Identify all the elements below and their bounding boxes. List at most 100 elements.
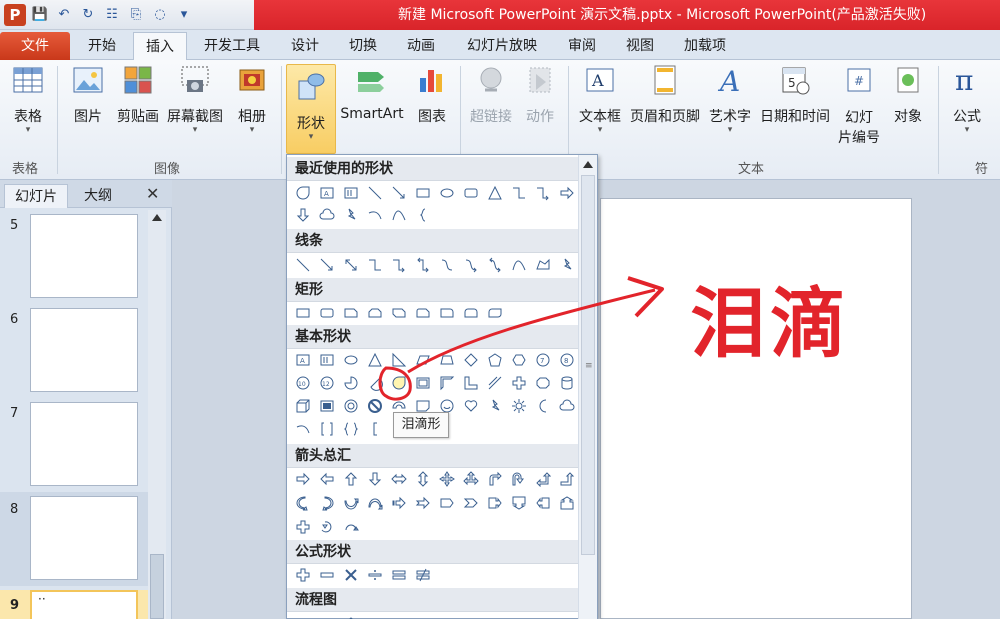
shape-plus[interactable] — [507, 372, 531, 394]
shape-left-bracket[interactable] — [363, 418, 387, 440]
shape-l-shape[interactable] — [459, 372, 483, 394]
shape-hexagon[interactable] — [507, 349, 531, 371]
shape-quad-arrow[interactable] — [435, 468, 459, 490]
shape-curved-down-arrow[interactable] — [363, 492, 387, 514]
shape-teardrop-highlighted[interactable] — [387, 372, 411, 394]
redo-icon[interactable]: ↻ — [78, 5, 98, 25]
shape-curved-connector[interactable] — [435, 254, 459, 276]
shape-snip-corner-rectangle[interactable] — [339, 302, 363, 324]
shape-line[interactable] — [363, 182, 387, 204]
shape-plus-sign[interactable] — [291, 564, 315, 586]
shape-textbox[interactable]: A — [315, 182, 339, 204]
clipart-button[interactable]: 剪贴画 — [114, 64, 162, 126]
shape-elbow-arrow[interactable] — [387, 254, 411, 276]
shape-elbow-double-arrow[interactable] — [411, 254, 435, 276]
shape-bent-up-arrow[interactable] — [555, 468, 579, 490]
shape-sun[interactable] — [507, 395, 531, 417]
shape-chevron[interactable] — [459, 492, 483, 514]
shape-bent-arrow[interactable] — [483, 468, 507, 490]
shape-left-right-arrow[interactable] — [387, 468, 411, 490]
slide-thumbnail-9[interactable]: 9 ·· — [0, 590, 148, 619]
shape-pie[interactable] — [339, 372, 363, 394]
shape-flowchart-decision[interactable] — [339, 613, 363, 619]
tab-transitions[interactable]: 切换 — [338, 32, 388, 60]
shape-multiply-sign[interactable] — [339, 564, 363, 586]
shape-lightning-bolt[interactable] — [483, 395, 507, 417]
tab-home[interactable]: 开始 — [74, 32, 130, 60]
datetime-button[interactable]: 5 日期和时间 — [756, 64, 834, 126]
slide-thumbnail-6[interactable]: 6 — [0, 308, 148, 396]
hyperlink-button[interactable]: 超链接 — [466, 64, 516, 126]
shape-minus-sign[interactable] — [315, 564, 339, 586]
save-icon[interactable]: 💾 — [30, 5, 50, 25]
shape-curve[interactable] — [507, 254, 531, 276]
shape-frame[interactable] — [411, 372, 435, 394]
shape-line[interactable] — [291, 254, 315, 276]
shape-up-arrow[interactable] — [339, 468, 363, 490]
header-footer-button[interactable]: 页眉和页脚 — [626, 64, 704, 126]
shape-snip-diagonal-rectangle[interactable] — [387, 302, 411, 324]
shape-equal-sign[interactable] — [387, 564, 411, 586]
shape-trapezoid[interactable] — [435, 349, 459, 371]
album-button[interactable]: 相册 ▾ — [232, 64, 272, 135]
screenshot-button[interactable]: 屏幕截图 ▾ — [164, 64, 226, 135]
shape-arrow-line[interactable] — [387, 182, 411, 204]
object-button[interactable]: 对象 — [888, 64, 928, 126]
shape-left-right-up-arrow[interactable] — [459, 468, 483, 490]
shape-rectangle[interactable] — [291, 302, 315, 324]
tab-slideshow[interactable]: 幻灯片放映 — [454, 32, 550, 60]
shape-plaque[interactable] — [531, 372, 555, 394]
shape-down-arrow[interactable] — [291, 204, 315, 226]
scroll-up-icon[interactable] — [152, 214, 162, 221]
shape-up-down-arrow[interactable] — [411, 468, 435, 490]
shape-heart[interactable] — [459, 395, 483, 417]
powerpoint-app-icon[interactable]: P — [4, 4, 26, 26]
tab-animations[interactable]: 动画 — [396, 32, 446, 60]
find-icon[interactable]: ☷ — [102, 5, 122, 25]
tab-addins[interactable]: 加载项 — [673, 32, 737, 60]
shape-elbow-connector[interactable] — [507, 182, 531, 204]
shape-scribble[interactable] — [555, 254, 579, 276]
shape-triangle[interactable] — [363, 349, 387, 371]
shape-right-arrow[interactable] — [291, 468, 315, 490]
tab-file[interactable]: 文件 — [0, 32, 70, 60]
shape-freeform[interactable] — [531, 254, 555, 276]
shape-parallelogram[interactable] — [411, 349, 435, 371]
shape-octagon[interactable]: 8 — [555, 349, 579, 371]
shape-flowchart-alternate-process[interactable] — [315, 613, 339, 619]
shape-round-same-side-rectangle[interactable] — [459, 302, 483, 324]
shape-rectangle[interactable] — [411, 182, 435, 204]
shapes-button[interactable]: 形状 ▾ — [286, 64, 336, 154]
picture-button[interactable]: 图片 — [68, 64, 108, 126]
shape-down-arrow-callout[interactable] — [507, 492, 531, 514]
shape-chord[interactable] — [363, 372, 387, 394]
shape-flowchart-process[interactable] — [291, 613, 315, 619]
tab-design[interactable]: 设计 — [280, 32, 330, 60]
shape-striped-right-arrow[interactable] — [387, 492, 411, 514]
shape-half-frame[interactable] — [435, 372, 459, 394]
tab-outline[interactable]: 大纲 — [84, 184, 112, 208]
shape-dodecagon[interactable]: 12 — [315, 372, 339, 394]
shape-diamond[interactable] — [459, 349, 483, 371]
action-button[interactable]: 动作 — [520, 64, 560, 126]
shape-curved-left-arrow[interactable] — [315, 492, 339, 514]
paste-icon[interactable]: ⎘ — [126, 5, 146, 25]
shape-double-arrow-line[interactable] — [339, 254, 363, 276]
tab-insert[interactable]: 插入 — [133, 32, 187, 61]
shape-curved-right-arrow[interactable] — [291, 492, 315, 514]
shape-bevel[interactable] — [315, 395, 339, 417]
shape-rounded-rectangle[interactable] — [315, 302, 339, 324]
shape-left-arrow[interactable] — [315, 468, 339, 490]
shape-triangle[interactable] — [483, 182, 507, 204]
shape-left-arrow-callout[interactable] — [531, 492, 555, 514]
shape-double-bracket[interactable] — [315, 418, 339, 440]
textbox-button[interactable]: A 文本框 ▾ — [576, 64, 624, 135]
shape-lightning[interactable] — [339, 204, 363, 226]
shape-double-brace[interactable] — [339, 418, 363, 440]
chart-button[interactable]: 图表 — [412, 64, 452, 126]
tab-developer[interactable]: 开发工具 — [192, 32, 272, 60]
shape-down-arrow[interactable] — [363, 468, 387, 490]
shape-can[interactable] — [555, 372, 579, 394]
shape-oval[interactable] — [435, 182, 459, 204]
shape-pentagon[interactable] — [483, 349, 507, 371]
